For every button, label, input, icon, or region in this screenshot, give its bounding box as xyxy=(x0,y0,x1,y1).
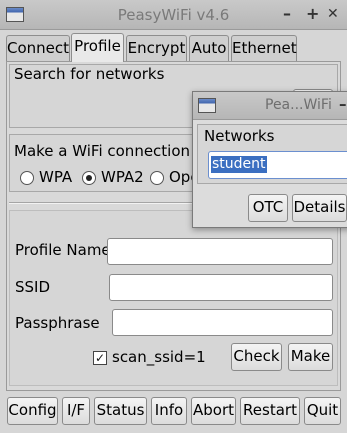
profile-name-label: Profile Name xyxy=(15,241,111,259)
status-button[interactable]: Status xyxy=(94,397,147,425)
wpa2-label: WPA2 xyxy=(101,168,144,186)
profile-name-input[interactable] xyxy=(107,238,333,265)
abort-button[interactable]: Abort xyxy=(191,397,236,425)
ssid-input[interactable] xyxy=(109,274,333,301)
scan-ssid-checkbox[interactable]: ✓ xyxy=(93,351,107,365)
window-title: PeasyWiFi v4.6 xyxy=(117,6,230,24)
config-button[interactable]: Config xyxy=(7,397,58,425)
networks-group: Networks student xyxy=(197,124,347,184)
tab-ethernet[interactable]: Ethernet xyxy=(231,35,297,61)
maximize-button[interactable]: + xyxy=(306,5,319,23)
wpa-radio[interactable] xyxy=(20,171,34,185)
passphrase-label: Passphrase xyxy=(15,314,100,332)
networks-group-title: Networks xyxy=(204,127,275,145)
popup-title-bar: Pea...WiFi – xyxy=(193,92,347,120)
wpa2-radio[interactable] xyxy=(82,171,96,185)
connection-group-title: Make a WiFi connection pro xyxy=(14,142,220,160)
details-button[interactable]: Details xyxy=(292,194,347,222)
interface-button[interactable]: I/F xyxy=(62,397,90,425)
popup-window-icon xyxy=(198,98,216,113)
popup-minimize-button[interactable]: – xyxy=(339,95,347,113)
profile-form-group: Profile Name SSID Passphrase ✓ scan_ssid… xyxy=(9,210,338,386)
scan-ssid-label: scan_ssid=1 xyxy=(112,348,206,366)
close-button[interactable]: ✕ xyxy=(327,5,339,23)
ssid-label: SSID xyxy=(15,278,51,296)
popup-title: Pea...WiFi xyxy=(265,97,332,113)
minimize-button[interactable]: – xyxy=(283,5,291,23)
otc-button[interactable]: OTC xyxy=(248,194,288,222)
tab-profile[interactable]: Profile xyxy=(71,33,124,62)
check-button[interactable]: Check xyxy=(231,343,282,371)
tab-auto[interactable]: Auto xyxy=(189,35,229,61)
networks-popup: Pea...WiFi – Networks student OTC Detail… xyxy=(192,91,347,228)
tab-encrypt[interactable]: Encrypt xyxy=(126,35,187,61)
open-radio[interactable] xyxy=(150,171,164,185)
make-button[interactable]: Make xyxy=(288,343,333,371)
network-select[interactable]: student xyxy=(208,151,347,179)
wpa-label: WPA xyxy=(39,168,73,186)
quit-button[interactable]: Quit xyxy=(304,397,341,425)
network-select-value: student xyxy=(211,156,267,173)
passphrase-input[interactable] xyxy=(112,309,333,336)
restart-button[interactable]: Restart xyxy=(240,397,300,425)
info-button[interactable]: Info xyxy=(151,397,187,425)
search-group-title: Search for networks xyxy=(14,65,165,83)
title-bar: PeasyWiFi v4.6 – + ✕ xyxy=(0,0,347,30)
tab-connect[interactable]: Connect xyxy=(6,35,70,61)
